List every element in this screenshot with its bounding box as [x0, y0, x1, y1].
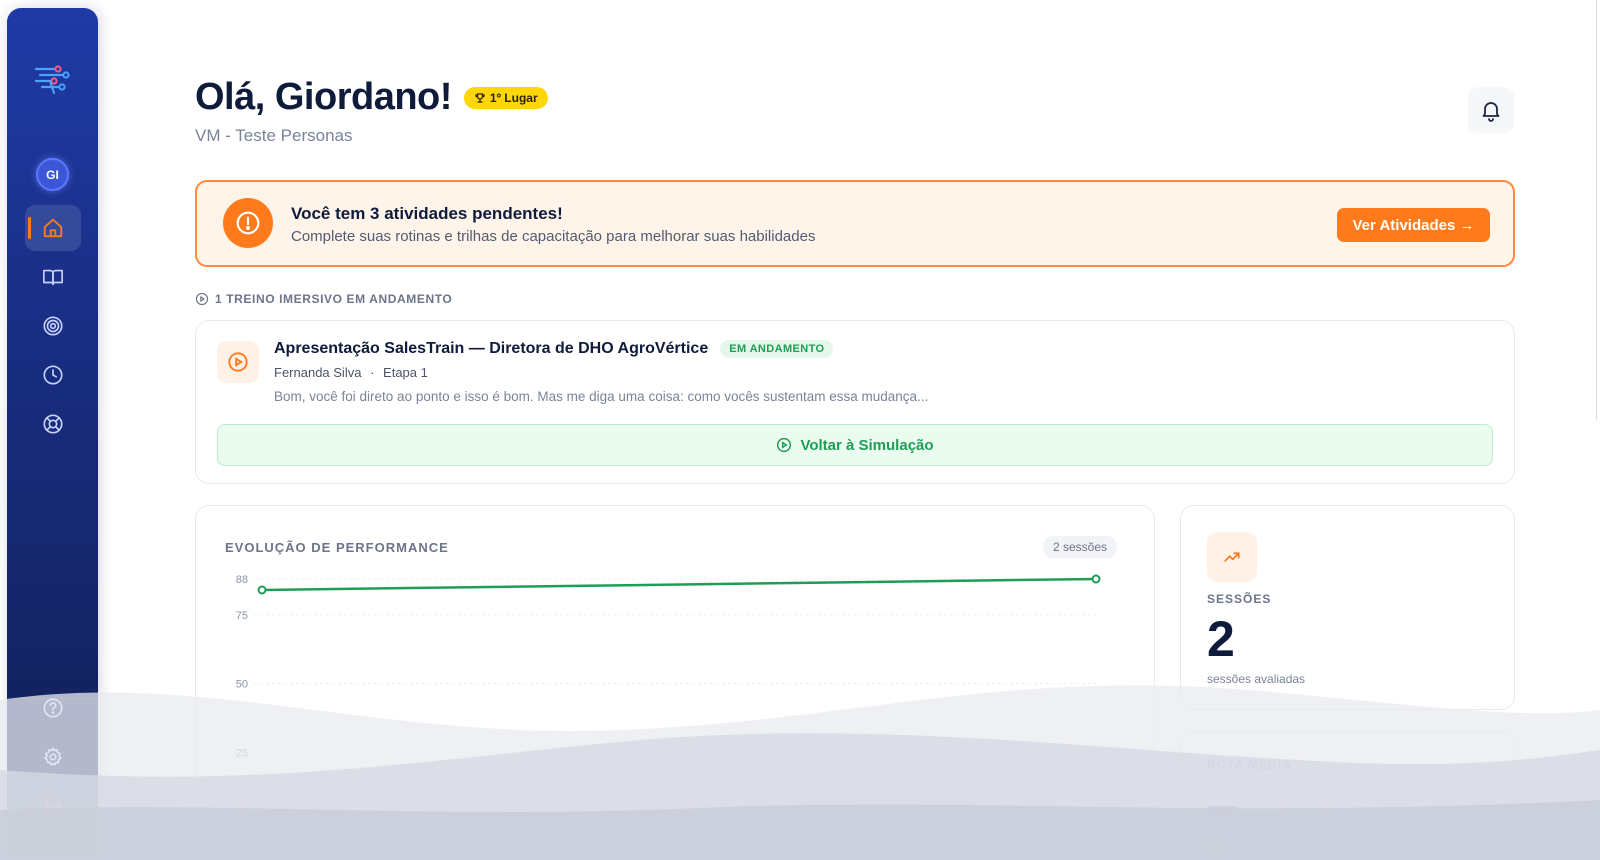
sidebar-item-help[interactable] [25, 685, 81, 731]
page-header: Olá, Giordano! 1º Lugar [195, 76, 548, 119]
sessions-caption: sessões avaliadas [1207, 672, 1306, 686]
average-delta: +5 [1207, 840, 1222, 855]
target-icon [43, 316, 63, 336]
sidebar-item-home[interactable] [25, 205, 81, 251]
y-tick-label: 88 [236, 574, 248, 586]
rank-badge-label: 1º Lugar [489, 90, 538, 105]
training-card[interactable]: Apresentação SalesTrain — Diretora de DH… [195, 320, 1515, 484]
bell-icon [1482, 102, 1500, 122]
y-tick-label: 50 [236, 679, 248, 691]
performance-chart: 88 75 50 25 [236, 574, 1101, 759]
sessions-stat-card: SESSÕES 2 sessões avaliadas [1180, 505, 1515, 710]
sidebar-item-support[interactable] [25, 401, 81, 447]
data-point[interactable] [1091, 574, 1101, 584]
meta-separator: · [370, 365, 375, 380]
series-line [261, 577, 1097, 592]
clock-icon [43, 365, 63, 385]
sidebar: GI [7, 8, 98, 856]
sessions-value: 2 [1207, 611, 1235, 667]
home-icon [43, 218, 63, 238]
sidebar-item-library[interactable] [25, 254, 81, 300]
alert-icon [223, 198, 273, 248]
lifebuoy-icon [43, 414, 63, 434]
sidebar-item-goals[interactable] [25, 303, 81, 349]
book-icon [43, 269, 63, 286]
sidebar-item-settings[interactable] [25, 734, 81, 780]
trending-up-icon [1207, 532, 1257, 582]
average-score-card: NOTA MÉDIA +5 [1180, 731, 1515, 860]
page-title: Olá, Giordano! [195, 76, 452, 118]
section-label-text: 1 TREINO IMERSIVO EM ANDAMENTO [215, 292, 453, 306]
network-logo-icon[interactable] [32, 61, 74, 101]
view-activities-button[interactable]: Ver Atividades → [1337, 208, 1490, 242]
sidebar-item-history[interactable] [25, 352, 81, 398]
average-label: NOTA MÉDIA [1207, 758, 1292, 772]
training-meta: Fernanda Silva · Etapa 1 [274, 365, 428, 380]
sessions-label: SESSÕES [1207, 592, 1272, 606]
average-value [1207, 806, 1237, 810]
notifications-button[interactable] [1468, 87, 1514, 133]
rank-badge: 1º Lugar [463, 86, 548, 109]
resume-simulation-label: Voltar à Simulação [800, 436, 934, 454]
training-last-message: Bom, você foi direto ao ponto e isso é b… [274, 389, 929, 404]
scrollbar[interactable] [1596, 0, 1597, 420]
logout-icon [45, 797, 63, 815]
data-point[interactable] [257, 585, 267, 595]
training-title: Apresentação SalesTrain — Diretora de DH… [274, 340, 709, 357]
resume-simulation-button[interactable]: Voltar à Simulação [217, 424, 1493, 466]
performance-chart-card: EVOLUÇÃO DE PERFORMANCE 2 sessões 88 75 50… [195, 505, 1155, 851]
page-subtitle: VM - Teste Personas [195, 126, 353, 145]
y-tick-label: 75 [236, 610, 248, 622]
play-circle-icon [217, 341, 259, 383]
training-stage: Etapa 1 [383, 365, 428, 380]
play-circle-icon [777, 437, 792, 453]
gear-icon [44, 747, 62, 766]
training-persona: Fernanda Silva [274, 365, 362, 380]
status-badge: EM ANDAMENTO [720, 340, 834, 358]
alert-text: Complete suas rotinas e trilhas de capac… [291, 228, 816, 245]
avatar[interactable]: GI [36, 158, 69, 191]
trophy-icon [475, 92, 485, 103]
alert-title: Você tem 3 atividades pendentes! [291, 204, 563, 223]
pending-activities-alert: Você tem 3 atividades pendentes! Complet… [195, 180, 1515, 267]
play-circle-icon [195, 292, 209, 306]
y-tick-label: 25 [236, 747, 248, 759]
training-title-row: Apresentação SalesTrain — Diretora de DH… [274, 340, 834, 358]
section-label: 1 TREINO IMERSIVO EM ANDAMENTO [195, 292, 452, 306]
sidebar-item-logout[interactable] [25, 783, 81, 829]
help-circle-icon [43, 698, 63, 718]
